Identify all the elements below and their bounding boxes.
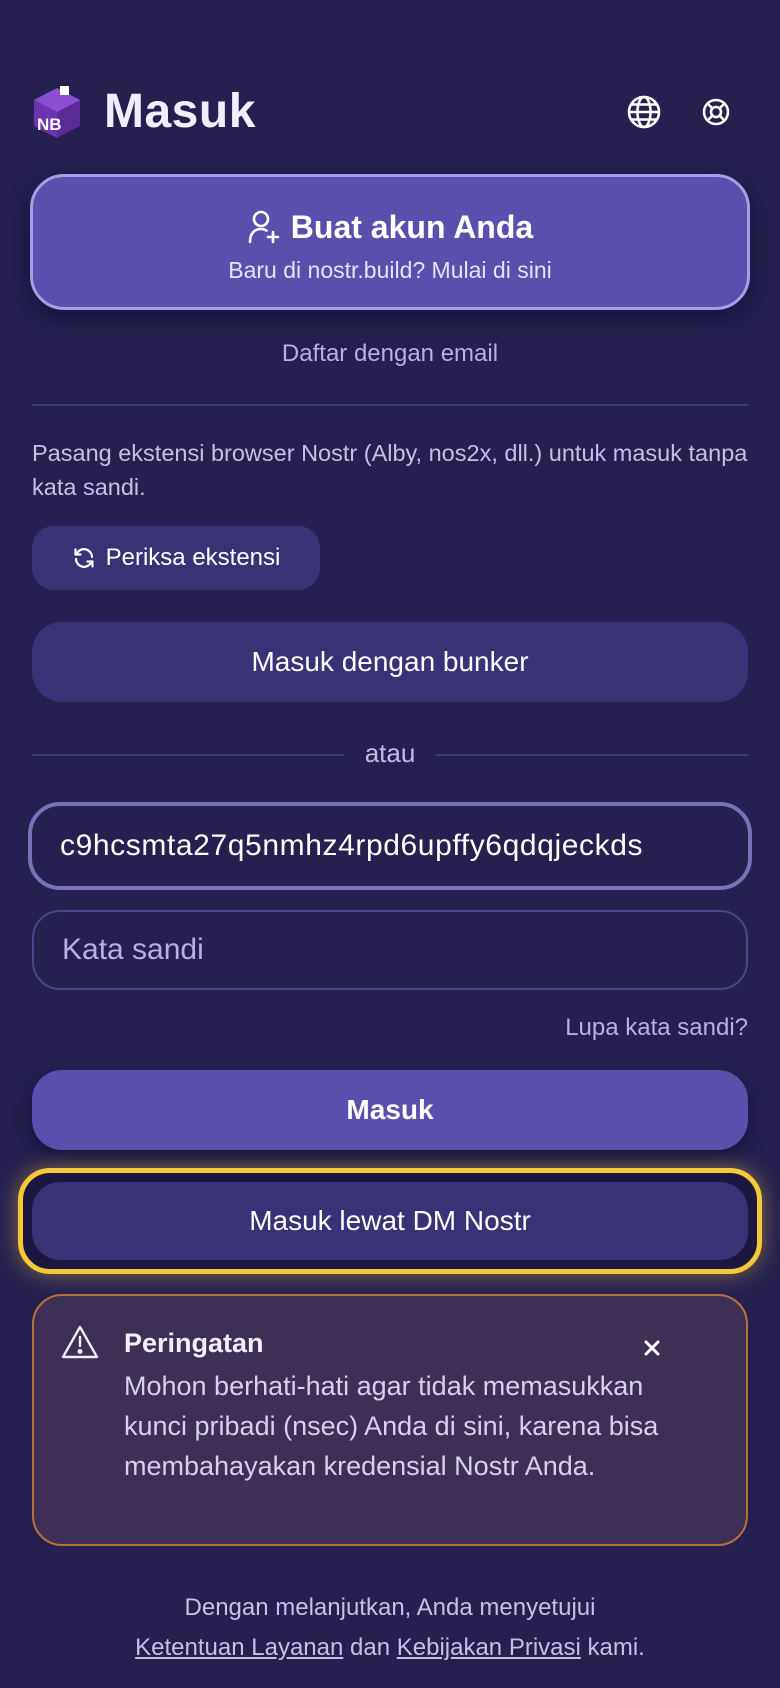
warning-alert: Peringatan Mohon berhati-hati agar tidak… bbox=[32, 1294, 748, 1546]
svg-text:NB: NB bbox=[37, 115, 62, 134]
create-account-title: Buat akun Anda bbox=[290, 208, 534, 245]
email-signup-link[interactable]: Daftar dengan email bbox=[30, 340, 750, 368]
warning-triangle-icon bbox=[61, 1325, 99, 1359]
key-input[interactable]: c9hcsmta27q5nmhz4rpd6upffy6qdqjeckds bbox=[28, 802, 752, 890]
login-button[interactable]: Masuk bbox=[32, 1070, 748, 1150]
extension-description: Pasang ekstensi browser Nostr (Alby, nos… bbox=[32, 440, 748, 500]
close-icon bbox=[644, 1340, 660, 1356]
check-extension-label: Periksa ekstensi bbox=[105, 544, 281, 571]
header: NB Masuk bbox=[30, 80, 750, 144]
footer-and: dan bbox=[350, 1634, 397, 1661]
footer-suffix: kami. bbox=[580, 1634, 645, 1661]
or-divider-right bbox=[436, 754, 748, 756]
privacy-link[interactable]: Kebijakan Privasi bbox=[397, 1634, 581, 1661]
close-warning-button[interactable] bbox=[634, 1330, 670, 1366]
or-text: atau bbox=[364, 738, 416, 768]
footer-prefix: Dengan melanjutkan, Anda menyetujui bbox=[184, 1594, 596, 1621]
lifebuoy-icon bbox=[702, 98, 730, 126]
page-title: Masuk bbox=[104, 85, 256, 138]
warning-title: Peringatan bbox=[124, 1328, 264, 1358]
dm-login-button[interactable]: Masuk lewat DM Nostr bbox=[32, 1182, 748, 1260]
divider bbox=[32, 404, 748, 406]
terms-link[interactable]: Ketentuan Layanan bbox=[135, 1634, 343, 1661]
terms-footer: Dengan melanjutkan, Anda menyetujui Kete… bbox=[30, 1588, 750, 1668]
language-button[interactable] bbox=[624, 92, 664, 132]
check-extension-button[interactable]: Periksa ekstensi bbox=[32, 526, 320, 590]
bunker-login-button[interactable]: Masuk dengan bunker bbox=[32, 622, 748, 702]
help-button[interactable] bbox=[696, 92, 736, 132]
warning-message: Mohon berhati-hati agar tidak memasukkan… bbox=[124, 1371, 659, 1481]
globe-icon bbox=[627, 95, 661, 129]
create-account-button[interactable]: Buat akun Anda Baru di nostr.build? Mula… bbox=[30, 174, 750, 310]
nostr-build-logo: NB bbox=[30, 84, 84, 140]
login-page: NB Masuk Buat akun Anda Baru di nostr.bu… bbox=[0, 0, 780, 1688]
forgot-password-link[interactable]: Lupa kata sandi? bbox=[565, 1014, 748, 1042]
user-plus-icon bbox=[248, 210, 280, 244]
or-divider-left bbox=[32, 754, 344, 756]
refresh-icon bbox=[74, 548, 94, 568]
password-input[interactable]: Kata sandi bbox=[32, 910, 748, 990]
create-account-subtitle: Baru di nostr.build? Mulai di sini bbox=[228, 257, 552, 283]
